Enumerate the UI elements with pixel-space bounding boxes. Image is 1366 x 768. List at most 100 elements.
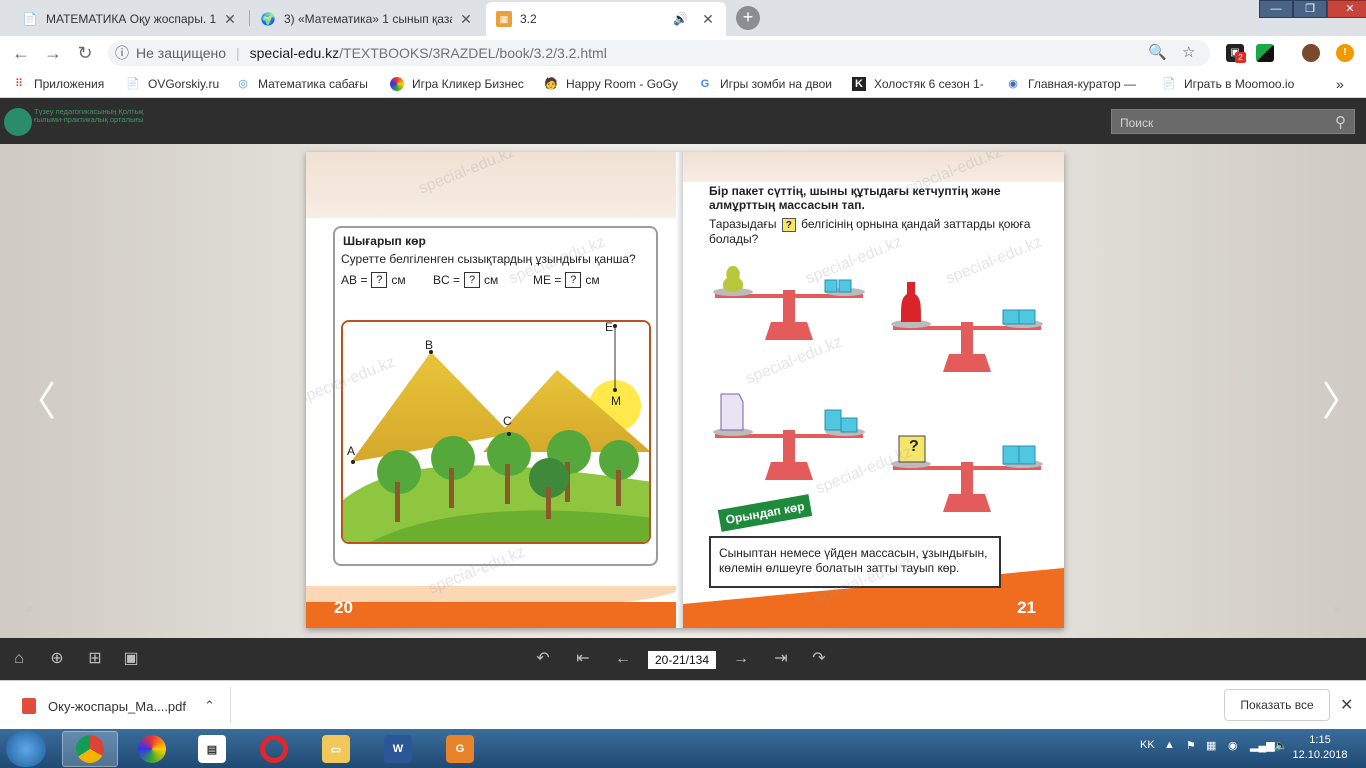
bookmark-math-lesson[interactable]: ◎ Математика сабағы (236, 76, 374, 92)
taskbar-tool[interactable]: ▤ (184, 731, 240, 767)
question-mark-box: ? (781, 218, 796, 232)
measure-label: AB = (341, 273, 368, 287)
last-page-icon[interactable]: ⇥ (770, 648, 792, 670)
tab-close-icon[interactable]: ✕ (458, 11, 474, 28)
undo-icon[interactable]: ↶ (532, 648, 554, 670)
next-page-icon[interactable]: → (730, 648, 752, 670)
tab-title: 3.2 (520, 12, 537, 26)
colorful-app-icon (138, 735, 166, 763)
word-icon: W (384, 735, 412, 763)
speaker-icon[interactable]: 🔊 (673, 12, 688, 26)
taskbar-opera[interactable] (246, 731, 302, 767)
prev-page-arrow-icon[interactable]: 〈 (16, 369, 56, 427)
bookmark-zombie-games[interactable]: G Игры зомби на двои (698, 76, 836, 92)
answer-box: ? (371, 272, 388, 288)
last-page-faint-icon[interactable]: » (1334, 602, 1341, 616)
reload-button[interactable]: ↻ (74, 42, 96, 64)
signal-icon[interactable]: ▂▄▆ (1250, 739, 1275, 752)
measure-unit: см (484, 273, 499, 287)
chevron-up-icon[interactable]: ⌃ (204, 698, 215, 714)
bookmark-happy-room[interactable]: 🧑 Happy Room - GoGy (544, 76, 682, 92)
profile-avatar[interactable] (1302, 44, 1320, 62)
network-icon[interactable]: ▦ (1206, 739, 1216, 752)
taskbar-game[interactable] (124, 731, 180, 767)
flag-icon[interactable]: ⚑ (1186, 739, 1196, 752)
bookmark-star-icon[interactable]: ☆ (1182, 43, 1195, 61)
subtitle-before: Таразыдағы (709, 217, 777, 231)
redo-icon[interactable]: ↷ (808, 648, 830, 670)
bookmark-label: OVGorskiy.ru (148, 77, 220, 91)
browser-tray-icon[interactable]: ◉ (1228, 739, 1238, 752)
extension-icon[interactable]: ▣2 (1226, 44, 1246, 63)
previous-page-icon[interactable]: ← (612, 648, 634, 670)
first-page-faint-icon[interactable]: « (26, 602, 33, 616)
tab-math-plan[interactable]: 📄 МАТЕМАТИКА Оқу жоспары. 1- ✕ (12, 2, 248, 36)
page-number-field[interactable]: 20-21/134 (648, 651, 716, 669)
forward-button[interactable]: → (42, 42, 64, 64)
tab-close-icon[interactable]: ✕ (700, 11, 716, 28)
start-button[interactable] (6, 731, 46, 767)
apps-grid-icon: ⠿ (14, 78, 24, 90)
thumbnails-icon[interactable]: ⊞ (84, 648, 106, 670)
k-icon: K (852, 77, 866, 91)
graduation-icon: ◎ (238, 78, 248, 90)
back-button[interactable]: ← (10, 42, 32, 64)
search-input[interactable]: Поиск ⚲ (1111, 109, 1355, 134)
logo-text: Түзеу педагогикасының Қолтық ғылыми-прак… (34, 107, 144, 124)
download-filename: Оку-жоспары_Ма....pdf (48, 698, 186, 714)
tab-close-icon[interactable]: ✕ (222, 11, 238, 28)
update-alert-icon[interactable]: ! (1336, 44, 1354, 62)
next-page-arrow-icon[interactable]: 〉 (1322, 369, 1362, 427)
bookmark-label: Главная-куратор — (1028, 77, 1137, 91)
minimize-button[interactable]: — (1259, 0, 1293, 18)
zoom-icon[interactable]: 🔍 (1148, 43, 1167, 61)
close-icon[interactable]: ✕ (1340, 695, 1353, 715)
tray-up-icon[interactable]: ▲ (1164, 739, 1175, 751)
taskbar-explorer[interactable]: ▭ (308, 731, 364, 767)
close-button[interactable]: ✕ (1327, 0, 1366, 18)
tab-math-grade1[interactable]: 🌍 3) «Математика» 1 сынып қазақ ✕ (250, 2, 484, 36)
taskbar-chrome[interactable] (62, 731, 118, 767)
site-favicon: ▦ (496, 11, 512, 27)
measure-bc: BC = ? см (433, 272, 498, 288)
extension-green-icon[interactable] (1256, 44, 1274, 62)
first-page-icon[interactable]: ⇤ (572, 648, 594, 670)
show-all-button[interactable]: Показать все (1224, 689, 1330, 721)
download-bar: Оку-жоспары_Ма....pdf ⌃ Показать все ✕ (0, 680, 1366, 729)
bookmark-moomoo[interactable]: 📄 Играть в Moomoo.io (1162, 76, 1302, 92)
task-title: Шығарып көр (343, 234, 426, 248)
page-icon: 📄 (1162, 78, 1176, 90)
tab-title: 3) «Математика» 1 сынып қазақ (284, 12, 452, 26)
info-icon[interactable]: ⓘ (108, 43, 136, 63)
bookmark-ovgorskiy[interactable]: 📄 OVGorskiy.ru (126, 76, 226, 92)
clock[interactable]: 1:15 12.10.2018 (1290, 733, 1350, 763)
extension-badge: 2 (1235, 52, 1246, 63)
download-item[interactable]: Оку-жоспары_Ма....pdf ⌃ (22, 698, 215, 714)
page-right[interactable]: 21 Бір пакет сүттің, шыны құтыдағы кетчу… (683, 152, 1064, 628)
viewer-toolbar: ⌂ ⊕ ⊞ ▣ ↶ ⇤ ← 20-21/134 → ⇥ ↷ (0, 638, 1366, 680)
bookmark-apps[interactable]: ⠿ Приложения (12, 76, 122, 92)
measure-ab: AB = ? см (341, 272, 406, 288)
bookmark-clicker[interactable]: Игра Кликер Бизнес (390, 76, 528, 92)
bookmarks-overflow-button[interactable]: » (1336, 76, 1350, 92)
tab-current-3-2[interactable]: ▦ 3.2 🔊 ✕ (486, 2, 726, 36)
new-tab-button[interactable]: + (736, 6, 760, 30)
search-icon[interactable]: ⚲ (1335, 113, 1346, 131)
bookmark-bachelor[interactable]: K Холостяк 6 сезон 1- (852, 76, 992, 92)
point-m-label: M (611, 394, 621, 408)
page-left[interactable]: 20 Шығарып көр Суретте белгіленген сызық… (306, 152, 682, 628)
taskbar-word[interactable]: W (370, 731, 426, 767)
home-icon[interactable]: ⌂ (8, 648, 30, 670)
volume-icon[interactable]: 🔈 (1274, 739, 1288, 752)
scale-ketchup (891, 282, 1043, 372)
bookmark-curator[interactable]: ◉ Главная-куратор — (1006, 76, 1148, 92)
clock-date: 12.10.2018 (1292, 749, 1348, 761)
chrome-icon (76, 735, 104, 763)
address-bar[interactable]: ⓘ Не защищено | special-edu.kz /TEXTBOOK… (108, 40, 1210, 66)
zoom-in-icon[interactable]: ⊕ (46, 648, 68, 670)
language-indicator[interactable]: KK (1140, 739, 1155, 751)
slideshow-icon[interactable]: ▣ (120, 648, 142, 670)
measure-unit: см (585, 273, 600, 287)
taskbar-pdf[interactable]: G (432, 731, 488, 767)
maximize-button[interactable]: ❐ (1293, 0, 1327, 18)
